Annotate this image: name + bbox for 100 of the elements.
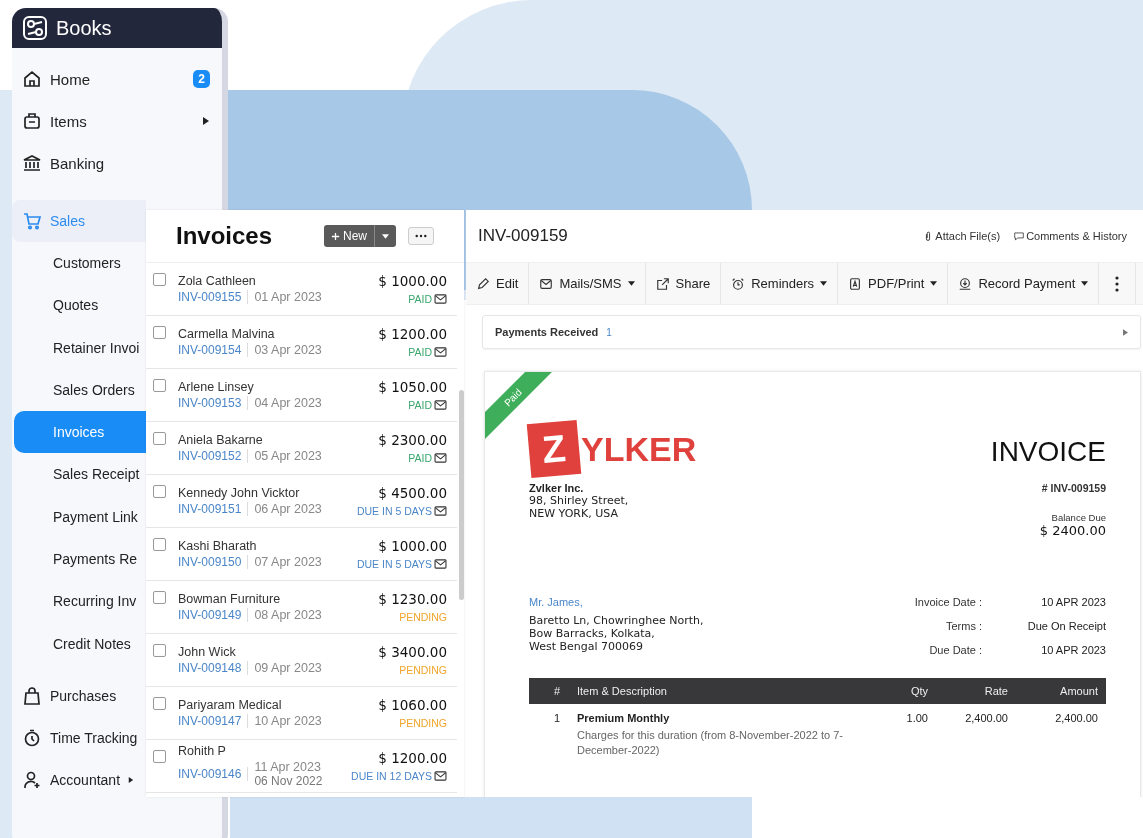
invoice-row[interactable]: Carmella Malvina INV-009154 03 Apr 2023 $ 1200.00 PAID — [146, 316, 457, 369]
invoice-amount: $ 1200.00 — [378, 750, 447, 766]
invoice-row[interactable]: Arlene Linsey INV-009153 04 Apr 2023 $ 1050.00 PAID — [146, 369, 457, 422]
invoice-row[interactable]: John Wick INV-009148 09 Apr 2023 $ 3400.00 PENDING — [146, 634, 457, 687]
invoice-number[interactable]: INV-009151 — [178, 502, 242, 516]
payments-received-label: Payments Received — [495, 326, 599, 338]
status-label: PAID — [408, 293, 432, 305]
invoice-number[interactable]: INV-009154 — [178, 343, 242, 357]
nav-item[interactable]: Purchases — [12, 674, 146, 717]
nav-icon — [22, 211, 42, 231]
invoice-number[interactable]: INV-009152 — [178, 449, 242, 463]
mail-icon — [434, 294, 447, 304]
row-checkbox[interactable] — [153, 326, 166, 339]
address-line: NEW YORK, USA — [529, 507, 619, 520]
invoice-date: 11 Apr 2023 — [254, 760, 322, 774]
nav-icon — [22, 769, 42, 790]
new-button[interactable]: New — [324, 225, 374, 247]
nav-subitem[interactable]: Customers — [12, 242, 146, 285]
caret-icon — [1081, 281, 1089, 286]
nav-item[interactable]: Time Tracking — [12, 716, 146, 759]
nav-subitem[interactable]: Payments Re — [12, 538, 146, 581]
invoice-amount: $ 4500.00 — [378, 485, 447, 501]
row-checkbox[interactable] — [153, 644, 166, 657]
invoice-row[interactable]: Zola Cathleen INV-009155 01 Apr 2023 $ 1000.00 PAID — [146, 263, 457, 316]
invoice-amount: $ 1230.00 — [378, 591, 447, 607]
payments-received-bar[interactable]: Payments Received 1 — [482, 315, 1141, 349]
nav-item[interactable]: Items — [12, 100, 222, 142]
toolbar-button[interactable]: Share — [645, 263, 722, 304]
nav-subitem[interactable]: Credit Notes — [12, 622, 146, 665]
logo-icon — [22, 15, 48, 41]
comments-history-link[interactable]: Comments & History — [1010, 230, 1131, 242]
customer-link[interactable]: Mr. James, — [529, 596, 704, 608]
more-button[interactable] — [408, 227, 434, 245]
invoice-row[interactable]: Kashi Bharath INV-009150 07 Apr 2023 $ 1000.00 DUE IN 5 DAYS — [146, 528, 457, 581]
attach-files-link[interactable]: Attach File(s) — [919, 230, 1005, 242]
nav-subitem[interactable]: Recurring Inv — [12, 580, 146, 623]
toolbar-button[interactable]: Record Payment — [948, 263, 1100, 304]
toolbar-icon — [476, 276, 490, 291]
nav-subitem[interactable]: Sales Orders — [12, 368, 146, 412]
caret-icon — [627, 281, 635, 286]
row-checkbox[interactable] — [153, 697, 166, 710]
nav-subitem[interactable]: Sales Receipt — [12, 453, 146, 496]
vertical-ellipsis-icon — [1115, 275, 1120, 292]
invoice-number[interactable]: INV-009146 — [178, 767, 242, 781]
nav-item[interactable]: Banking — [12, 142, 222, 184]
invoice-number[interactable]: INV-009153 — [178, 396, 242, 410]
mail-icon — [434, 771, 447, 781]
invoice-row[interactable]: Pariyaram Medical INV-009147 10 Apr 2023 $ 1060.00 PENDING — [146, 687, 457, 740]
company-name: Zvlker Inc. — [529, 482, 585, 494]
address-line: Baretto Ln, Chowringhee North, — [529, 614, 704, 627]
invoice-number[interactable]: INV-009149 — [178, 608, 242, 622]
nav-item[interactable]: Accountant — [12, 758, 146, 801]
mail-icon — [434, 400, 447, 410]
field-label: Terms : — [944, 620, 982, 632]
status-label: DUE IN 5 DAYS — [356, 558, 432, 570]
invoice-number[interactable]: INV-009150 — [178, 555, 242, 569]
row-checkbox[interactable] — [153, 379, 166, 392]
row-checkbox[interactable] — [153, 273, 166, 286]
address-line: West Bengal 700069 — [529, 640, 645, 653]
list-title: Invoices — [176, 222, 274, 250]
invoice-number[interactable]: INV-009148 — [178, 661, 242, 675]
invoice-amount: $ 1200.00 — [378, 326, 447, 342]
invoice-row[interactable]: Rohith P INV-009146 11 Apr 2023 06 Nov 2022 $ 1200.00 DUE IN 12 DAYS — [146, 740, 457, 793]
invoice-row[interactable]: Kennedy John Vicktor INV-009151 06 Apr 2023 $ 4500.00 DUE IN 5 DAYS — [146, 475, 457, 528]
invoice-row[interactable]: Aniela Bakarne INV-009152 05 Apr 2023 $ 2300.00 PAID — [146, 422, 457, 475]
row-checkbox[interactable] — [153, 750, 166, 763]
invoice-date: 10 Apr 2023 — [254, 714, 322, 728]
table-cell-text: 2,400.00 — [964, 712, 1008, 726]
invoice-number[interactable]: INV-009155 — [178, 290, 242, 304]
nav-icon — [22, 69, 42, 89]
invoice-date: 03 Apr 2023 — [254, 343, 322, 357]
nav-subitem[interactable]: Quotes — [12, 284, 146, 327]
column-header: Rate — [983, 685, 1008, 697]
nav-subitem[interactable]: Retainer Invoi — [12, 326, 146, 369]
row-checkbox[interactable] — [153, 432, 166, 445]
toolbar-button[interactable]: Mails/SMS — [529, 263, 646, 304]
address-line: 98, Shirley Street, — [529, 494, 630, 507]
row-checkbox[interactable] — [153, 591, 166, 604]
company-logo: Z YLKER — [529, 422, 697, 476]
scrollbar-thumb[interactable] — [459, 390, 464, 600]
invoice-title: INV-009159 — [478, 226, 569, 246]
field-value: Due On Receipt — [1026, 620, 1106, 632]
nav-item[interactable]: Home 2 — [12, 58, 222, 100]
toolbar-button[interactable]: Reminders — [721, 263, 839, 304]
status-label: PENDING — [399, 664, 447, 676]
nav-icon — [22, 685, 42, 706]
toolbar-button[interactable]: Edit — [466, 263, 530, 304]
row-checkbox[interactable] — [153, 485, 166, 498]
nav-subitem[interactable]: Payment Link — [12, 495, 146, 539]
mail-icon — [434, 453, 447, 463]
customer-name: Bowman Furniture — [178, 592, 282, 606]
field-value: 10 APR 2023 — [1040, 644, 1106, 656]
row-checkbox[interactable] — [153, 538, 166, 551]
invoice-amount: $ 3400.00 — [378, 644, 447, 660]
new-dropdown-button[interactable] — [374, 225, 396, 247]
address-line: Bow Barracks, Kolkata, — [529, 627, 656, 640]
column-header: # — [552, 685, 562, 697]
toolbar-button[interactable]: PDF/Print — [838, 263, 949, 304]
invoice-row[interactable]: Bowman Furniture INV-009149 08 Apr 2023 $ 1230.00 PENDING — [146, 581, 457, 634]
invoice-number[interactable]: INV-009147 — [178, 714, 242, 728]
